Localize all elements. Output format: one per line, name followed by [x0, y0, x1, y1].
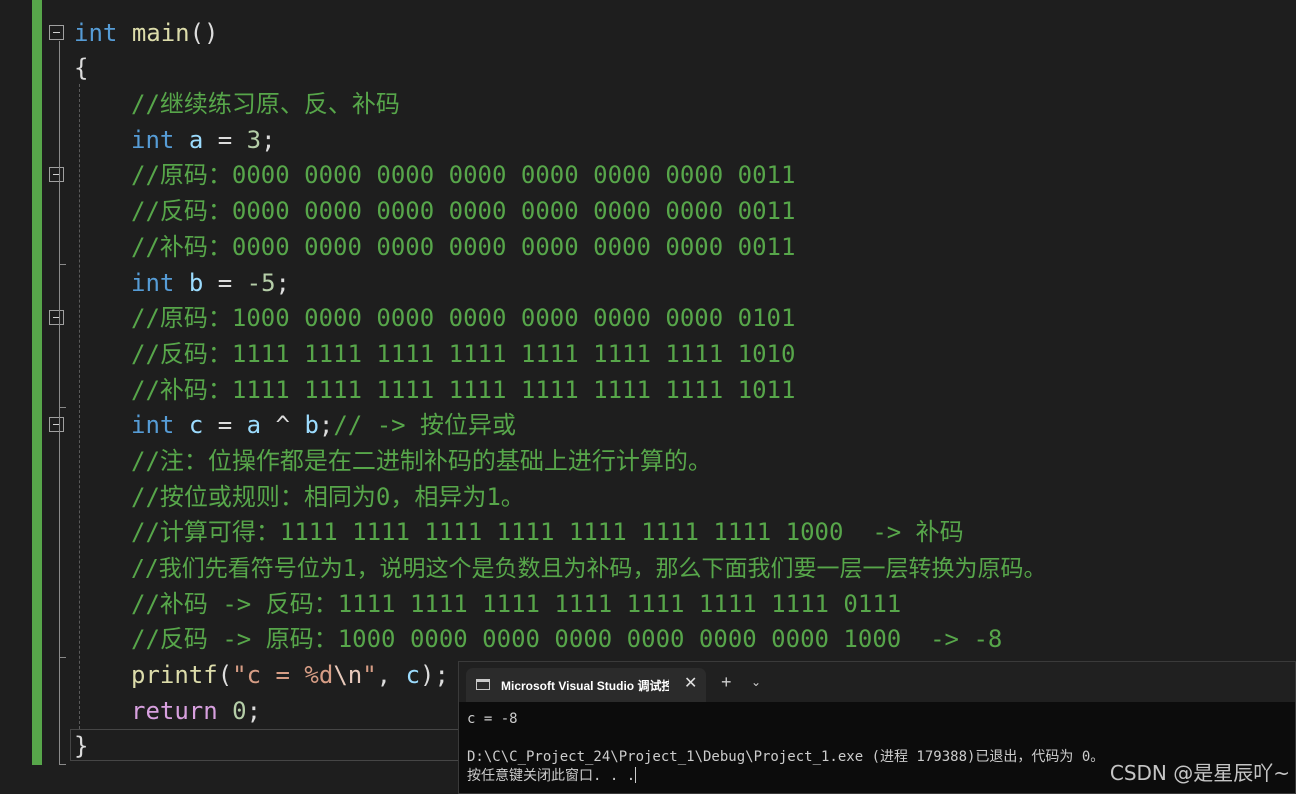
number-literal: -5 [246, 269, 276, 297]
variable-b: b [304, 411, 319, 439]
close-brace: } [74, 732, 89, 760]
change-indicator-bar [32, 0, 42, 765]
variable-a: a [246, 411, 262, 439]
code-line-15[interactable]: //计算可得：1111 1111 1111 1111 1111 1111 111… [131, 517, 964, 547]
comment: //反码 -> 原码：1000 0000 0000 0000 0000 0000… [131, 625, 1003, 653]
console-output-line: c = -8 [467, 711, 518, 727]
code-line-12[interactable]: int c = a ^ b;// -> 按位异或 [131, 410, 516, 440]
console-tab[interactable]: Microsoft Visual Studio 调试控制台 ✕ [466, 668, 706, 702]
code-line-11[interactable]: //补码：1111 1111 1111 1111 1111 1111 1111 … [131, 375, 795, 405]
variable-a: a [188, 126, 204, 154]
function-name-printf: printf [131, 661, 218, 689]
code-line-18[interactable]: //反码 -> 原码：1000 0000 0000 0000 0000 0000… [131, 624, 1002, 654]
console-prompt-text: 按任意键关闭此窗口. . . [467, 768, 636, 784]
code-line-13[interactable]: //注：位操作都是在二进制补码的基础上进行计算的。 [131, 446, 712, 476]
current-line-highlight [70, 729, 470, 761]
comment: //继续练习原、反、补码 [131, 90, 400, 118]
console-output-line: 按任意键关闭此窗口. . . [467, 767, 1104, 786]
code-line-6[interactable]: //反码：0000 0000 0000 0000 0000 0000 0000 … [131, 196, 795, 226]
code-line-20[interactable]: return 0; [131, 696, 261, 726]
console-tab-title: Microsoft Visual Studio 调试控制台 [501, 679, 669, 693]
fold-end-tick [59, 264, 66, 265]
collapse-comment-block-icon[interactable] [49, 417, 64, 432]
comment: //注：位操作都是在二进制补码的基础上进行计算的。 [131, 447, 712, 475]
code-line-9[interactable]: //原码：1000 0000 0000 0000 0000 0000 0000 … [131, 303, 795, 333]
comma: , [376, 661, 406, 689]
keyword-int: int [131, 411, 175, 439]
keyword-int: int [131, 269, 175, 297]
code-line-7[interactable]: //补码：0000 0000 0000 0000 0000 0000 0000 … [131, 232, 795, 262]
code-line-1[interactable]: int main() [74, 18, 219, 48]
comment: //补码：0000 0000 0000 0000 0000 0000 0000 … [131, 233, 796, 261]
keyword-int: int [131, 126, 175, 154]
variable-c: c [405, 661, 421, 689]
comment: //反码：1111 1111 1111 1111 1111 1111 1111 … [131, 340, 796, 368]
variable-b: b [188, 269, 204, 297]
code-line-19[interactable]: printf("c = %d\n", c); [131, 660, 449, 690]
text-cursor [635, 767, 637, 783]
semicolon: ; [275, 269, 290, 297]
watermark: CSDN @是星辰吖~ [1109, 761, 1290, 785]
console-output-line: D:\C\C_Project_24\Project_1\Debug\Projec… [467, 749, 1105, 765]
keyword-int: int [74, 19, 118, 47]
comment: //补码：1111 1111 1111 1111 1111 1111 1111 … [131, 376, 796, 404]
number-literal: 3 [246, 126, 262, 154]
string-literal: "c = %d [232, 661, 334, 689]
code-line-14[interactable]: //按位或规则：相同为0，相异为1。 [131, 482, 525, 512]
comment: //原码：0000 0000 0000 0000 0000 0000 0000 … [131, 161, 796, 189]
operator-assign: = [203, 269, 247, 297]
collapse-function-icon[interactable] [49, 25, 64, 40]
code-line-8[interactable]: int b = -5; [131, 268, 290, 298]
new-tab-plus-icon[interactable]: + [721, 673, 732, 691]
comment: //原码：1000 0000 0000 0000 0000 0000 0000 … [131, 304, 796, 332]
fold-end-tick [59, 407, 66, 408]
comment: //补码 -> 反码：1111 1111 1111 1111 1111 1111… [131, 590, 902, 618]
code-line-16[interactable]: //我们先看符号位为1，说明这个是负数且为补码，那么下面我们要一层一层转换为原码… [131, 553, 1047, 584]
code-line-21[interactable]: } [74, 731, 88, 761]
collapse-comment-block-icon[interactable] [49, 310, 64, 325]
semicolon: ; [318, 411, 334, 439]
code-line-17[interactable]: //补码 -> 反码：1111 1111 1111 1111 1111 1111… [131, 589, 901, 619]
code-line-2[interactable]: { [74, 53, 88, 83]
fold-end-tick [59, 657, 66, 658]
keyword-return: return [131, 697, 218, 725]
code-line-5[interactable]: //原码：0000 0000 0000 0000 0000 0000 0000 … [131, 160, 795, 190]
comment: //反码：0000 0000 0000 0000 0000 0000 0000 … [131, 197, 796, 225]
operator-assign: = [203, 126, 247, 154]
variable-c: c [188, 411, 204, 439]
code-line-3[interactable]: //继续练习原、反、补码 [131, 89, 400, 119]
console-tab-bar: Microsoft Visual Studio 调试控制台 ✕ + ⌄ [459, 662, 1295, 702]
operator-xor: ^ [261, 411, 305, 439]
string-literal-end: " [362, 661, 377, 689]
fold-end-tick [59, 764, 66, 765]
code-line-10[interactable]: //反码：1111 1111 1111 1111 1111 1111 1111 … [131, 339, 795, 369]
operator-assign: = [203, 411, 247, 439]
chevron-down-icon[interactable]: ⌄ [751, 675, 761, 689]
collapse-comment-block-icon[interactable] [49, 167, 64, 182]
indent-guide [79, 84, 80, 729]
open-paren: ( [217, 661, 233, 689]
console-output[interactable]: c = -8 D:\C\C_Project_24\Project_1\Debug… [467, 710, 1104, 786]
number-literal: 0 [232, 697, 247, 725]
close-paren: ); [420, 661, 449, 689]
comment: //计算可得：1111 1111 1111 1111 1111 1111 111… [131, 518, 964, 546]
comment: // -> 按位异或 [333, 411, 517, 439]
comment: //我们先看符号位为1，说明这个是负数且为补码，那么下面我们要一层一层转换为原码… [131, 556, 1047, 582]
open-brace: { [74, 54, 89, 82]
semicolon: ; [246, 697, 262, 725]
close-icon[interactable]: ✕ [684, 673, 697, 693]
semicolon: ; [261, 126, 276, 154]
escape-sequence: \n [333, 661, 363, 689]
console-app-icon [476, 679, 490, 690]
parens: () [189, 19, 219, 47]
code-line-4[interactable]: int a = 3; [131, 125, 276, 155]
function-name-main: main [131, 19, 190, 47]
comment: //按位或规则：相同为0，相异为1。 [131, 483, 525, 511]
